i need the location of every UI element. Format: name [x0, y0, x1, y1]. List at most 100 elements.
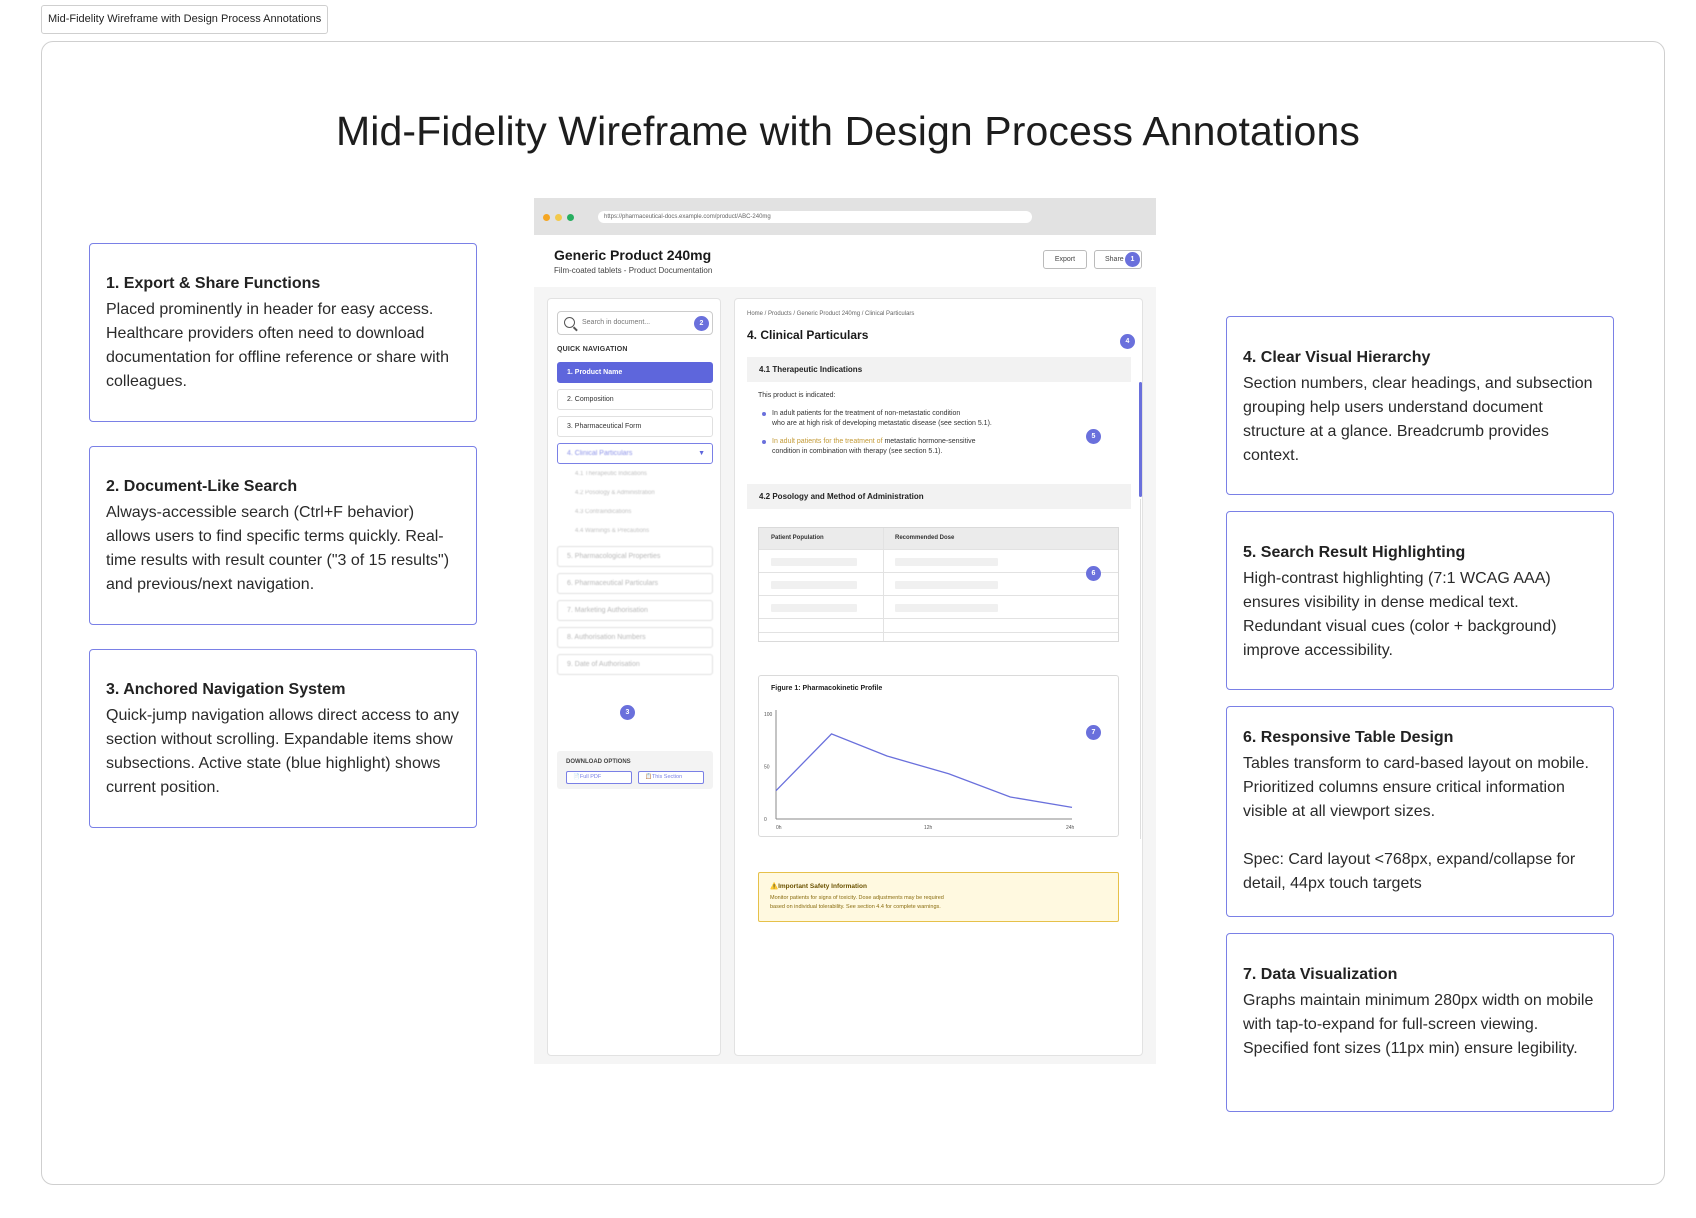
alert-title-text: Important Safety Information	[778, 883, 867, 890]
scrollbar-thumb[interactable]	[1139, 382, 1142, 497]
page-title: Mid-Fidelity Wireframe with Design Proce…	[336, 108, 1360, 154]
column-header: Patient Population	[771, 535, 824, 541]
table-row	[759, 632, 1118, 641]
nav-item-pharmacological[interactable]: 5. Pharmacological Properties	[557, 546, 713, 567]
table-cell	[771, 581, 857, 589]
annotation-card-6: 6. Responsive Table Design Tables transf…	[1226, 706, 1614, 917]
annotation-body: Placed prominently in header for easy ac…	[106, 301, 450, 390]
download-options-label: DOWNLOAD OPTIONS	[566, 759, 631, 765]
annotation-body: Graphs maintain minimum 280px width on m…	[1243, 992, 1594, 1057]
annotation-card-7: 7. Data Visualization Graphs maintain mi…	[1226, 933, 1614, 1112]
nav-item-date-authorisation[interactable]: 9. Date of Authorisation	[557, 654, 713, 675]
table-cell	[771, 604, 857, 612]
content-panel: Home / Products / Generic Product 240mg …	[734, 298, 1143, 1056]
nav-item-clinical-particulars[interactable]: 4. Clinical Particulars ▼	[557, 443, 713, 464]
download-section-button[interactable]: 📋This Section	[638, 771, 704, 784]
file-icon: 📋	[645, 774, 652, 780]
table-row	[759, 549, 1118, 572]
nav-item-pharmaceutical-particulars[interactable]: 6. Pharmaceutical Particulars	[557, 573, 713, 594]
bullet-icon	[762, 440, 766, 444]
sub-item-contraindications[interactable]: 4.3 Contraindications	[575, 509, 631, 515]
search-placeholder: Search in document...	[582, 319, 651, 326]
pk-chart: 0 50 100 0h 12h 24h	[764, 710, 1075, 831]
warning-icon: ⚠️	[770, 883, 779, 890]
wireframe-header: Generic Product 240mg Film-coated tablet…	[534, 235, 1156, 287]
quick-navigation-label: QUICK NAVIGATION	[557, 346, 628, 353]
chart-container[interactable]: Figure 1: Pharmacokinetic Profile 0 50 100…	[758, 675, 1119, 837]
table-cell	[771, 558, 857, 566]
annotation-card-1: 1. Export & Share Functions Placed promi…	[89, 243, 477, 422]
annotation-badge-3: 3	[620, 705, 635, 720]
search-icon	[564, 317, 575, 328]
subsection-heading: 4.2 Posology and Method of Administratio…	[747, 484, 1131, 509]
window-dot-icon	[567, 214, 574, 221]
annotation-badge-4: 4	[1120, 334, 1135, 349]
annotation-body: Quick-jump navigation allows direct acce…	[106, 707, 460, 796]
table-row	[759, 572, 1118, 595]
annotation-heading: 6. Responsive Table Design	[1243, 729, 1454, 746]
annotation-heading: 4. Clear Visual Hierarchy	[1243, 349, 1431, 366]
annotation-heading: 2. Document-Like Search	[106, 478, 298, 495]
annotation-heading: 5. Search Result Highlighting	[1243, 544, 1466, 561]
table-header: Patient Population Recommended Dose	[759, 528, 1118, 549]
sub-item-therapeutic[interactable]: 4.1 Therapeutic Indications	[575, 471, 647, 477]
annotation-body: Tables transform to card-based layout on…	[1243, 755, 1589, 820]
section-title: 4. Clinical Particulars	[747, 328, 869, 342]
window-dot-icon	[543, 214, 550, 221]
search-input[interactable]: Search in document...	[557, 311, 713, 335]
download-full-pdf-button[interactable]: 📄Full PDF	[566, 771, 632, 784]
tab-label[interactable]: Mid-Fidelity Wireframe with Design Proce…	[41, 5, 329, 34]
annotation-heading: 3. Anchored Navigation System	[106, 681, 346, 698]
x-tick-label: 24h	[1066, 825, 1075, 831]
nav-item-authorisation-numbers[interactable]: 8. Authorisation Numbers	[557, 627, 713, 648]
y-tick-label: 50	[764, 765, 770, 771]
annotation-body: Section numbers, clear headings, and sub…	[1243, 375, 1593, 464]
bullet-text: In adult patients for the treatment of n…	[772, 409, 992, 428]
y-tick-label: 100	[764, 712, 773, 718]
column-header: Recommended Dose	[895, 535, 955, 541]
annotation-badge-1: 1	[1125, 252, 1140, 267]
subsection-heading: 4.1 Therapeutic Indications	[747, 357, 1131, 382]
bullet-line: condition in combination with therapy (s…	[772, 447, 943, 455]
alert-title: ⚠️Important Safety Information	[770, 882, 867, 890]
alert-line: Monitor patients for signs of toxicity. …	[770, 895, 944, 901]
scrollbar-track[interactable]	[1140, 499, 1141, 839]
annotation-card-2: 2. Document-Like Search Always-accessibl…	[89, 446, 477, 625]
window-dot-icon	[555, 214, 562, 221]
product-title: Generic Product 240mg	[554, 247, 712, 263]
download-full-pdf-label: Full PDF	[579, 774, 602, 780]
x-tick-label: 0h	[776, 825, 782, 831]
annotation-card-3: 3. Anchored Navigation System Quick-jump…	[89, 649, 477, 828]
sub-item-warnings[interactable]: 4.4 Warnings & Precautions	[575, 528, 649, 534]
nav-item-pharmaceutical-form[interactable]: 3. Pharmaceutical Form	[557, 416, 713, 437]
browser-bar: https://pharmaceutical-docs.example.com/…	[534, 198, 1156, 235]
product-subtitle: Film-coated tablets - Product Documentat…	[554, 266, 713, 275]
nav-item-composition[interactable]: 2. Composition	[557, 389, 713, 410]
dose-table: Patient Population Recommended Dose	[758, 527, 1119, 642]
indicated-text: This product is indicated:	[758, 392, 836, 399]
alert-text: Monitor patients for signs of toxicity. …	[770, 894, 1030, 911]
search-highlight: In adult patients for the treatment of	[772, 438, 883, 445]
annotation-body: High-contrast highlighting (7:1 WCAG AAA…	[1243, 570, 1557, 659]
address-bar[interactable]: https://pharmaceutical-docs.example.com/…	[598, 211, 1032, 223]
bullet-text: In adult patients for the treatment of m…	[772, 437, 976, 456]
annotation-body: Always-accessible search (Ctrl+F behavio…	[106, 504, 450, 593]
file-icon: 📄	[573, 774, 580, 780]
table-row	[759, 595, 1118, 618]
export-button[interactable]: Export	[1043, 250, 1087, 269]
y-tick-label: 0	[764, 817, 767, 823]
nav-item-product-name[interactable]: 1. Product Name	[557, 362, 713, 383]
x-tick-label: 12h	[924, 825, 933, 831]
bullet-line: In adult patients for the treatment of m…	[772, 437, 976, 447]
annotation-badge-7: 7	[1086, 725, 1101, 740]
sub-item-posology[interactable]: 4.2 Posology & Administration	[575, 490, 655, 496]
download-options: DOWNLOAD OPTIONS 📄Full PDF 📋This Section	[557, 751, 713, 789]
nav-item-marketing[interactable]: 7. Marketing Authorisation	[557, 600, 713, 621]
bullet-text-rest: metastatic hormone-sensitive	[882, 438, 976, 445]
annotation-heading: 7. Data Visualization	[1243, 966, 1398, 983]
annotation-badge-5: 5	[1086, 429, 1101, 444]
bullet-line: who are at high risk of developing metas…	[772, 419, 992, 427]
annotation-badge-2: 2	[694, 316, 709, 331]
breadcrumb[interactable]: Home / Products / Generic Product 240mg …	[747, 311, 914, 317]
annotation-card-4: 4. Clear Visual Hierarchy Section number…	[1226, 316, 1614, 495]
